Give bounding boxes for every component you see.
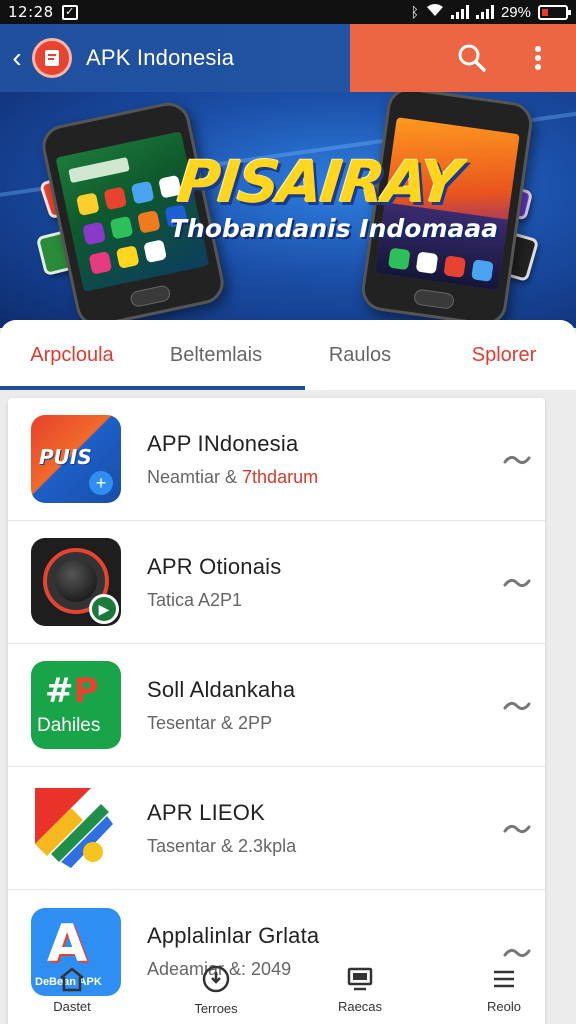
promo-banner[interactable]: PISAIRAY Thobandanis Indomaaa xyxy=(0,92,576,328)
nav-label: Dastet xyxy=(53,999,91,1014)
tab-arpcloula[interactable]: Arpcloula xyxy=(0,320,144,390)
chevron-left-icon[interactable]: ‹ xyxy=(2,24,32,92)
screen-icon xyxy=(346,966,374,997)
tab-raulos[interactable]: Raulos xyxy=(288,320,432,390)
app-meta: Tasentar & 2.3kpla xyxy=(147,835,297,856)
nav-item-terroes[interactable]: Terroes xyxy=(144,956,288,1024)
app-icon-puis: PUIS + xyxy=(31,415,121,503)
nav-label: Terroes xyxy=(194,1001,238,1016)
app-screen: 12:28 ✓ ᛒ 29% ‹ APK Indonesia PISAIRAY T… xyxy=(0,0,576,1024)
nav-item-dastet[interactable]: Dastet xyxy=(0,956,144,1024)
app-name: APR LIEOK xyxy=(147,799,265,825)
home-icon xyxy=(58,966,86,997)
app-icon-colorful xyxy=(31,784,121,872)
download-clock-icon xyxy=(201,964,231,999)
list-item[interactable]: APR LIEOK Tasentar & 2.3kpla xyxy=(8,767,545,890)
app-list: PUIS + APP INdonesia Neamtiar & 7thdarum… xyxy=(8,398,545,1024)
app-icon-dahiles: #P Dahiles xyxy=(31,661,121,749)
app-logo-icon[interactable] xyxy=(32,38,72,78)
tab-splorer[interactable]: Splorer xyxy=(432,320,576,390)
category-tabs: Arpcloula Beltemlais Raulos Splorer xyxy=(0,320,576,390)
list-item[interactable]: #P Dahiles Soll Aldankaha Tesentar & 2PP xyxy=(8,644,545,767)
app-name: Soll Aldankaha xyxy=(147,676,296,702)
battery-percent: 29% xyxy=(500,3,531,21)
list-item[interactable]: PUIS + APP INdonesia Neamtiar & 7thdarum xyxy=(8,398,545,521)
app-name: Applalinlar Grlata xyxy=(147,923,320,948)
app-icon-label: Dahiles xyxy=(37,715,101,736)
app-icon-glyph: #P xyxy=(45,671,99,711)
more-options-icon[interactable] xyxy=(501,691,533,719)
status-time: 12:28 xyxy=(8,3,54,21)
check-notification-icon: ✓ xyxy=(61,4,78,20)
bluetooth-icon: ᛒ xyxy=(410,4,419,20)
play-icon: ▶ xyxy=(89,594,119,624)
active-tab-indicator xyxy=(0,386,305,390)
app-meta: Tesentar & 2PP xyxy=(147,712,273,733)
banner-tagline: Thobandanis Indomaaa xyxy=(170,214,499,243)
banner-headline: PISAIRAY xyxy=(174,148,463,216)
app-meta: Neamtiar & 7thdarum xyxy=(147,466,319,487)
menu-list-icon xyxy=(490,966,518,997)
more-options-icon[interactable] xyxy=(501,568,533,596)
app-bar: ‹ APK Indonesia xyxy=(0,24,576,92)
bottom-navigation: Dastet Terroes Raecas Reolo xyxy=(0,956,576,1024)
more-options-icon[interactable] xyxy=(501,445,533,473)
status-icons: ᛒ 29% xyxy=(410,3,571,22)
signal-icon xyxy=(450,5,469,19)
wifi-icon xyxy=(426,3,444,22)
more-vertical-icon[interactable] xyxy=(520,40,556,76)
status-bar: 12:28 ✓ ᛒ 29% xyxy=(0,0,576,24)
signal-icon-2 xyxy=(475,5,494,19)
nav-item-raecas[interactable]: Raecas xyxy=(288,956,432,1024)
app-meta: Tatica A2P1 xyxy=(147,589,243,610)
app-name: APP INdonesia xyxy=(147,430,299,456)
nav-label: Raecas xyxy=(337,999,383,1014)
app-icon-label: PUIS xyxy=(39,445,92,469)
search-icon[interactable] xyxy=(454,40,490,76)
list-item[interactable]: ▶ APR Otionais Tatica A2P1 xyxy=(8,521,545,644)
add-icon: + xyxy=(89,471,113,495)
tab-beltemlais[interactable]: Beltemlais xyxy=(144,320,288,390)
battery-icon xyxy=(538,4,571,20)
nav-label: Reolo xyxy=(487,999,521,1014)
app-icon-camera: ▶ xyxy=(31,538,121,626)
app-title: APK Indonesia xyxy=(86,45,235,70)
nav-item-reolo[interactable]: Reolo xyxy=(432,956,576,1024)
more-options-icon[interactable] xyxy=(501,814,533,842)
app-name: APR Otionais xyxy=(147,553,282,579)
app-bar-actions xyxy=(350,24,576,92)
